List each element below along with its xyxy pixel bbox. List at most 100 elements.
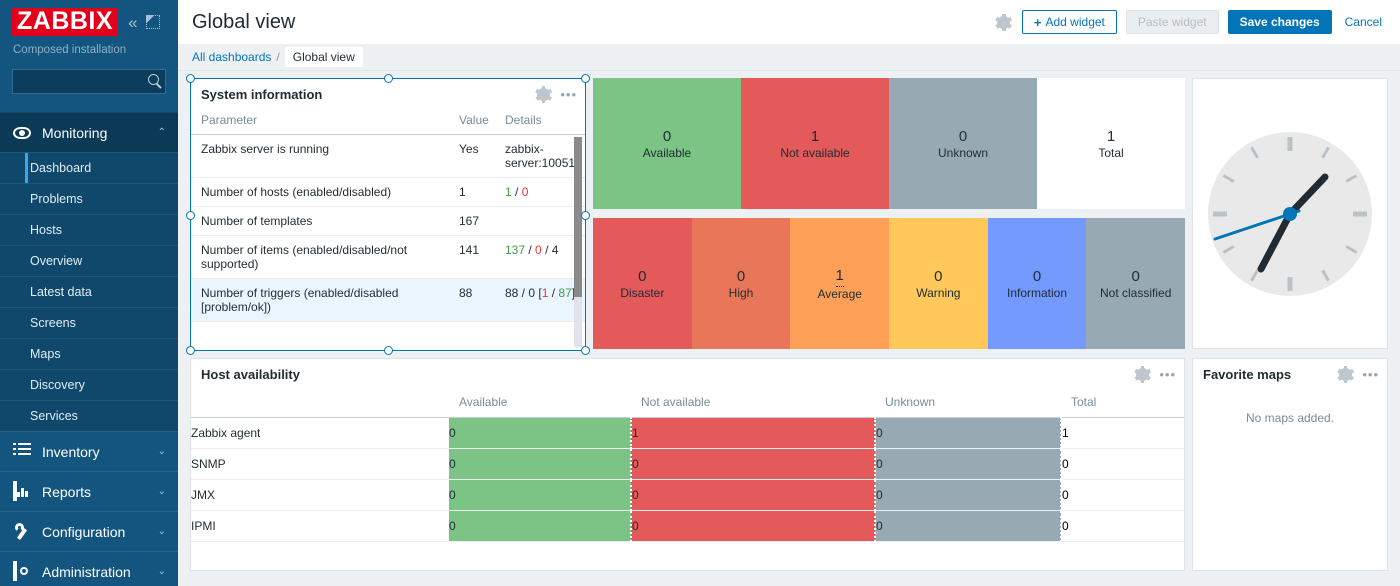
system-information-body: Parameter Value Details Zabbix server is… — [191, 109, 585, 347]
gear-icon[interactable] — [534, 85, 552, 103]
save-changes-button[interactable]: Save changes — [1228, 10, 1332, 34]
sidebar-item-label: Monitoring — [42, 125, 147, 141]
tile-label: Average — [817, 287, 861, 301]
table-row: IPMI 0 0 0 0 — [191, 511, 1184, 542]
ellipsis-icon[interactable]: ••• — [1159, 368, 1176, 381]
resize-handle-bottom-right[interactable] — [581, 346, 590, 355]
dashboard-canvas: System information ••• Param — [178, 71, 1400, 586]
sidebar-logo-row: ZABBIX « — [12, 8, 166, 36]
sidebar-collapse-icon[interactable]: « — [128, 14, 135, 31]
cell-parameter: Number of templates — [191, 207, 449, 236]
sidebar-item-reports[interactable]: Reports ⌄ — [0, 471, 178, 511]
sidebar-compact-view-icon[interactable] — [146, 15, 160, 29]
widget-clock[interactable] — [1192, 78, 1388, 349]
ellipsis-icon[interactable]: ••• — [560, 88, 577, 101]
sidebar-item-maps[interactable]: Maps — [0, 338, 178, 369]
widget-problems-by-severity[interactable]: 0 Disaster 0 High 1 Average 0 — [593, 218, 1185, 349]
resize-handle-bottom[interactable] — [384, 346, 393, 355]
table-row: Zabbix agent 0 1 0 1 — [191, 418, 1184, 449]
sidebar-item-label: Administration — [42, 564, 147, 580]
cell-not-available[interactable]: 1 — [631, 418, 875, 449]
col-value: Value — [449, 109, 495, 135]
sidebar-search[interactable] — [12, 69, 166, 94]
cell-total: 0 — [1061, 480, 1184, 511]
sidebar-item-monitoring[interactable]: Monitoring ⌃ — [0, 112, 178, 152]
widget-host-availability-summary[interactable]: 0 Available 1 Not available 0 Unknown — [593, 78, 1185, 209]
chevron-up-icon[interactable]: ⌃ — [158, 127, 166, 138]
tile-not-classified[interactable]: 0 Not classified — [1086, 218, 1185, 349]
sidebar-item-dashboard[interactable]: Dashboard — [0, 152, 178, 183]
sidebar-item-configuration[interactable]: Configuration ⌄ — [0, 511, 178, 551]
search-input[interactable] — [12, 69, 166, 94]
widget-favorite-maps[interactable]: Favorite maps ••• No maps added. — [1192, 358, 1388, 571]
cell-not-available[interactable]: 0 — [631, 511, 875, 542]
chevron-down-icon[interactable]: ⌄ — [158, 486, 166, 497]
system-information-table: Parameter Value Details Zabbix server is… — [191, 109, 585, 322]
cell-not-available[interactable]: 0 — [631, 480, 875, 511]
cell-unknown[interactable]: 0 — [875, 449, 1061, 480]
tile-value[interactable]: 1 — [836, 266, 844, 287]
sidebar-item-latest-data[interactable]: Latest data — [0, 276, 178, 307]
cell-details: 1 / 0 — [495, 178, 585, 207]
cell-unknown[interactable]: 0 — [875, 511, 1061, 542]
gear-icon[interactable] — [1336, 365, 1354, 383]
resize-handle-top[interactable] — [384, 74, 393, 83]
ellipsis-icon[interactable]: ••• — [1362, 368, 1379, 381]
sidebar-item-screens[interactable]: Screens — [0, 307, 178, 338]
sidebar-item-label: Configuration — [42, 524, 147, 540]
sidebar-header: ZABBIX « Composed installation — [0, 0, 178, 56]
tile-high[interactable]: 0 High — [692, 218, 791, 349]
cell-unknown[interactable]: 0 — [875, 480, 1061, 511]
sidebar-item-discovery[interactable]: Discovery — [0, 369, 178, 400]
cell-details: 88 / 0 [1 / 87] — [495, 279, 585, 322]
tile-information[interactable]: 0 Information — [988, 218, 1087, 349]
add-widget-button[interactable]: + Add widget — [1022, 10, 1117, 34]
widget-title: Favorite maps — [1203, 367, 1336, 382]
tile-value: 0 — [959, 127, 967, 147]
chevron-down-icon[interactable]: ⌄ — [158, 566, 166, 577]
gear-icon — [13, 563, 31, 581]
tile-label: Available — [643, 146, 691, 160]
cell-available[interactable]: 0 — [449, 480, 631, 511]
tile-total[interactable]: 1 Total — [1037, 78, 1185, 209]
cell-available[interactable]: 0 — [449, 449, 631, 480]
breadcrumb-all-dashboards[interactable]: All dashboards — [192, 50, 271, 64]
dashboard-settings-gear-icon[interactable] — [995, 13, 1013, 31]
resize-handle-bottom-left[interactable] — [186, 346, 195, 355]
bar-chart-icon — [13, 483, 31, 501]
tile-average[interactable]: 1 Average — [790, 218, 889, 349]
col-unknown: Unknown — [875, 389, 1061, 418]
eye-icon — [13, 124, 31, 142]
cell-available[interactable]: 0 — [449, 511, 631, 542]
cell-not-available[interactable]: 0 — [631, 449, 875, 480]
widget-system-information[interactable]: System information ••• Param — [190, 78, 586, 351]
cell-unknown[interactable]: 0 — [875, 418, 1061, 449]
cell-available[interactable]: 0 — [449, 418, 631, 449]
cancel-button[interactable]: Cancel — [1341, 10, 1386, 34]
sidebar-item-problems[interactable]: Problems — [0, 183, 178, 214]
sidebar-item-inventory[interactable]: Inventory ⌄ — [0, 431, 178, 471]
sidebar-item-services[interactable]: Services — [0, 400, 178, 431]
resize-handle-right[interactable] — [581, 211, 590, 220]
cell-value: Yes — [449, 135, 495, 178]
app-root: ZABBIX « Composed installation Monitorin… — [0, 0, 1400, 586]
sidebar-item-overview[interactable]: Overview — [0, 245, 178, 276]
chevron-down-icon[interactable]: ⌄ — [158, 446, 166, 457]
resize-handle-top-left[interactable] — [186, 74, 195, 83]
resize-handle-top-right[interactable] — [581, 74, 590, 83]
tile-warning[interactable]: 0 Warning — [889, 218, 988, 349]
widget-host-availability[interactable]: Host availability ••• Availabl — [190, 358, 1185, 571]
sidebar-item-administration[interactable]: Administration ⌄ — [0, 551, 178, 586]
tile-unknown[interactable]: 0 Unknown — [889, 78, 1037, 209]
cell-parameter: Number of triggers (enabled/disabled [pr… — [191, 279, 449, 322]
cell-details: 137 / 0 / 4 — [495, 236, 585, 279]
resize-handle-left[interactable] — [186, 211, 195, 220]
tile-not-available[interactable]: 1 Not available — [741, 78, 889, 209]
widget-header: Host availability ••• — [191, 359, 1184, 389]
tile-value: 1 — [1107, 127, 1115, 147]
chevron-down-icon[interactable]: ⌄ — [158, 526, 166, 537]
sidebar-item-hosts[interactable]: Hosts — [0, 214, 178, 245]
gear-icon[interactable] — [1133, 365, 1151, 383]
tile-available[interactable]: 0 Available — [593, 78, 741, 209]
tile-disaster[interactable]: 0 Disaster — [593, 218, 692, 349]
